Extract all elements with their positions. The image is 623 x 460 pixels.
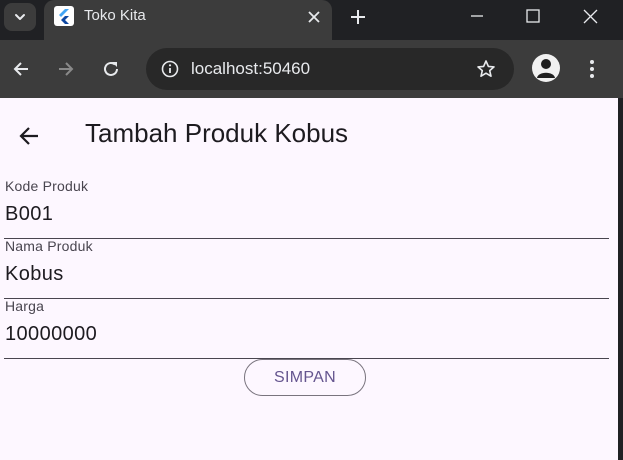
flutter-icon xyxy=(54,6,74,26)
browser-menu-button[interactable] xyxy=(576,53,608,85)
tab-close-button[interactable] xyxy=(302,5,326,29)
new-tab-button[interactable] xyxy=(344,3,372,31)
site-info-button[interactable] xyxy=(154,53,186,85)
field-label: Harga xyxy=(5,298,45,314)
bookmark-button[interactable] xyxy=(470,53,502,85)
more-vertical-icon xyxy=(590,60,594,78)
tab-title: Toko Kita xyxy=(84,7,146,24)
reload-icon xyxy=(104,61,118,76)
close-window-button[interactable] xyxy=(562,0,618,32)
close-icon xyxy=(583,9,597,23)
star-icon xyxy=(477,60,495,77)
profile-icon xyxy=(537,59,555,78)
arrow-left-icon xyxy=(19,127,38,145)
app-page: Tambah Produk Kobus Kode Produk B001 Nam… xyxy=(0,98,618,460)
field-value[interactable]: 10000000 xyxy=(5,323,97,346)
field-value[interactable]: B001 xyxy=(5,203,53,226)
browser-toolbar: localhost:50460 xyxy=(0,40,623,98)
arrow-left-icon xyxy=(13,62,28,76)
minimize-icon xyxy=(471,15,483,17)
window-edge xyxy=(618,98,623,460)
field-label: Nama Produk xyxy=(5,238,93,254)
maximize-icon xyxy=(526,9,540,23)
tab-list-button[interactable] xyxy=(4,3,36,31)
maximize-button[interactable] xyxy=(505,0,561,32)
minimize-button[interactable] xyxy=(449,0,505,32)
browser-tab[interactable]: Toko Kita xyxy=(44,0,332,40)
harga-field[interactable]: Harga 10000000 xyxy=(4,298,609,359)
browser-titlebar: Toko Kita xyxy=(0,0,623,40)
chevron-down-icon xyxy=(15,14,25,20)
close-icon xyxy=(308,11,320,23)
save-button[interactable]: SIMPAN xyxy=(244,359,366,396)
reload-button[interactable] xyxy=(95,53,127,85)
address-bar[interactable]: localhost:50460 xyxy=(146,48,514,90)
url-text: localhost:50460 xyxy=(191,59,311,78)
forward-button[interactable] xyxy=(50,53,82,85)
plus-icon xyxy=(351,10,365,24)
profile-button[interactable] xyxy=(532,54,560,82)
arrow-right-icon xyxy=(59,62,74,76)
appbar-back-button[interactable] xyxy=(13,120,45,152)
field-value[interactable]: Kobus xyxy=(5,263,64,286)
nama-produk-field[interactable]: Nama Produk Kobus xyxy=(4,238,609,299)
kode-produk-field[interactable]: Kode Produk B001 xyxy=(4,178,609,239)
back-button[interactable] xyxy=(5,53,37,85)
page-title: Tambah Produk Kobus xyxy=(85,118,349,148)
info-icon xyxy=(161,60,179,78)
field-label: Kode Produk xyxy=(5,178,89,194)
